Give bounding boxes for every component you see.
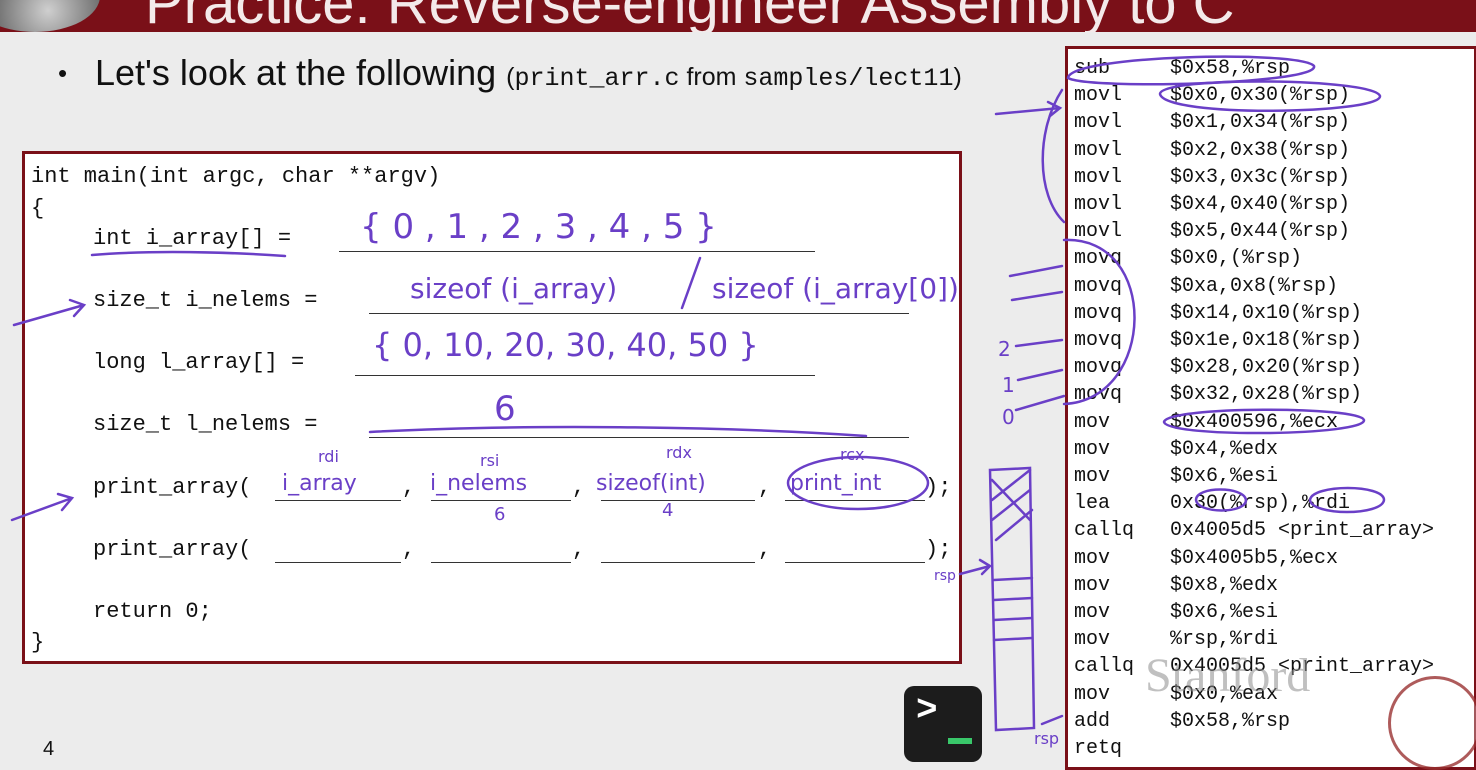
asm-operands: $0x28,0x20(%rsp) <box>1170 356 1363 380</box>
asm-operands: 0x4005d5 <print_array> <box>1170 519 1435 543</box>
code-line-i-array: int i_array[] = <box>93 226 292 251</box>
asm-opcode: movq <box>1074 383 1123 407</box>
asm-opcode: mov <box>1074 628 1111 652</box>
asm-opcode: callq <box>1074 655 1135 679</box>
asm-opcode: movq <box>1074 356 1123 380</box>
hw-idx-2: 2 <box>998 337 1011 361</box>
asm-opcode: lea <box>1074 492 1111 516</box>
asm-operands: $0x8,%edx <box>1170 573 1279 597</box>
asm-operands: $0x6,%esi <box>1170 601 1279 624</box>
asm-opcode: movl <box>1074 220 1123 244</box>
blank-call2-arg1 <box>275 562 401 563</box>
hw-idx-1: 1 <box>1002 373 1015 397</box>
arrow-movl <box>994 100 1063 118</box>
asm-opcode: movl <box>1074 165 1123 189</box>
code-line-close-brace: } <box>31 630 45 655</box>
bullet-dot: • <box>58 58 68 88</box>
asm-opcode: movq <box>1074 329 1123 352</box>
asm-operands: $0x5,0x44(%rsp) <box>1170 220 1351 244</box>
hw-idx-0: 0 <box>1002 405 1015 429</box>
blank-call1-arg4 <box>785 500 925 501</box>
bullet-paren: (print_arr.c from samples/lect11) <box>506 63 962 93</box>
code-line-open-brace: { <box>31 196 45 221</box>
arrow-sp <box>958 558 993 576</box>
stack-outline <box>988 466 1036 732</box>
arrow-rsp <box>1040 714 1064 726</box>
blank-call2-arg4 <box>785 562 925 563</box>
asm-operands: $0x400596,%ecx <box>1170 410 1339 434</box>
asm-operands: $0x6,%esi <box>1170 465 1279 488</box>
code-line-main: int main(int argc, char **argv) <box>31 164 441 189</box>
asm-opcode: mov <box>1074 546 1111 570</box>
blank-call2-arg2 <box>431 562 571 563</box>
asm-opcode: movq <box>1074 247 1123 271</box>
stack-lines <box>992 576 1034 642</box>
asm-operands: $0x0,(%rsp) <box>1170 247 1303 271</box>
slide-title: Practice: Reverse-engineer Assembly to C <box>145 0 1235 32</box>
asm-operands: $0x58,%rsp <box>1170 709 1291 733</box>
code-line-print-array-1: print_array( <box>93 475 252 500</box>
stack-hatch <box>990 468 1034 542</box>
asm-opcode: retq <box>1074 737 1123 760</box>
asm-opcode: sub <box>1074 57 1111 80</box>
asm-opcode: movl <box>1074 193 1123 216</box>
asm-operands: $0x3,0x3c(%rsp) <box>1170 165 1351 189</box>
asm-opcode: callq <box>1074 519 1135 543</box>
asm-opcode: movl <box>1074 138 1123 162</box>
asm-opcode: mov <box>1074 682 1111 706</box>
blank-l-array <box>355 375 815 376</box>
asm-opcode: mov <box>1074 465 1111 488</box>
asm-opcode: add <box>1074 709 1111 733</box>
file-name: print_arr.c <box>514 64 680 93</box>
asm-operands: $0x0,0x30(%rsp) <box>1170 84 1351 108</box>
blank-call1-arg3 <box>601 500 755 501</box>
asm-operands: $0xa,0x8(%rsp) <box>1170 274 1339 298</box>
code-line-return: return 0; <box>93 599 212 624</box>
stanford-seal-icon <box>1388 676 1476 770</box>
bullet-text: Let's look at the following (print_arr.c… <box>95 52 962 94</box>
asm-operands: $0x4005b5,%ecx <box>1170 546 1339 570</box>
hw-rsp-bottom: rsp <box>1034 729 1059 748</box>
asm-operands: $0x4,%edx <box>1170 437 1279 461</box>
asm-operands: $0x14,0x10(%rsp) <box>1170 301 1363 325</box>
stanford-watermark: Stanford <box>1145 649 1311 702</box>
terminal-icon[interactable]: > <box>904 686 982 762</box>
code-line-l-array: long l_array[] = <box>93 350 305 375</box>
asm-operands: $0x1,0x34(%rsp) <box>1170 111 1351 135</box>
terminal-cursor <box>948 738 972 744</box>
bracket-movl <box>1041 88 1066 224</box>
asm-opcode: mov <box>1074 573 1111 597</box>
asm-opcode: movq <box>1074 301 1123 325</box>
blank-l-nelems <box>369 437 909 438</box>
code-box: int main(int argc, char **argv) { int i_… <box>22 151 962 664</box>
blank-call1-arg1 <box>275 500 401 501</box>
code-line-i-nelems: size_t i_nelems = <box>93 288 318 313</box>
blank-call1-arg2 <box>431 500 571 501</box>
asm-operands: $0x2,0x38(%rsp) <box>1170 138 1351 162</box>
terminal-prompt: > <box>916 690 938 731</box>
logo-icon <box>0 0 100 32</box>
code-line-l-nelems: size_t l_nelems = <box>93 412 318 437</box>
blank-call2-arg3 <box>601 562 755 563</box>
dir-name: samples/lect11 <box>743 64 954 93</box>
blank-i-nelems <box>369 313 909 314</box>
asm-opcode: mov <box>1074 601 1111 624</box>
asm-operands: $0x32,0x28(%rsp) <box>1170 383 1363 407</box>
code-line-print-array-2: print_array( <box>93 537 252 562</box>
asm-operands: 0x30(%rsp),%rdi <box>1170 492 1351 516</box>
asm-opcode: movq <box>1074 274 1123 298</box>
blank-i-array <box>339 251 815 252</box>
asm-operands: $0x58,%rsp <box>1170 57 1291 80</box>
asm-opcode: mov <box>1074 437 1111 461</box>
asm-opcode: movl <box>1074 111 1123 135</box>
asm-opcode: movl <box>1074 84 1123 108</box>
asm-opcode: mov <box>1074 410 1111 434</box>
slide-number: 4 <box>43 738 55 760</box>
bullet-lead: Let's look at the following <box>95 52 497 93</box>
asm-operands: $0x4,0x40(%rsp) <box>1170 193 1351 216</box>
asm-operands: $0x1e,0x18(%rsp) <box>1170 329 1363 352</box>
title-bar: Practice: Reverse-engineer Assembly to C <box>0 0 1476 32</box>
